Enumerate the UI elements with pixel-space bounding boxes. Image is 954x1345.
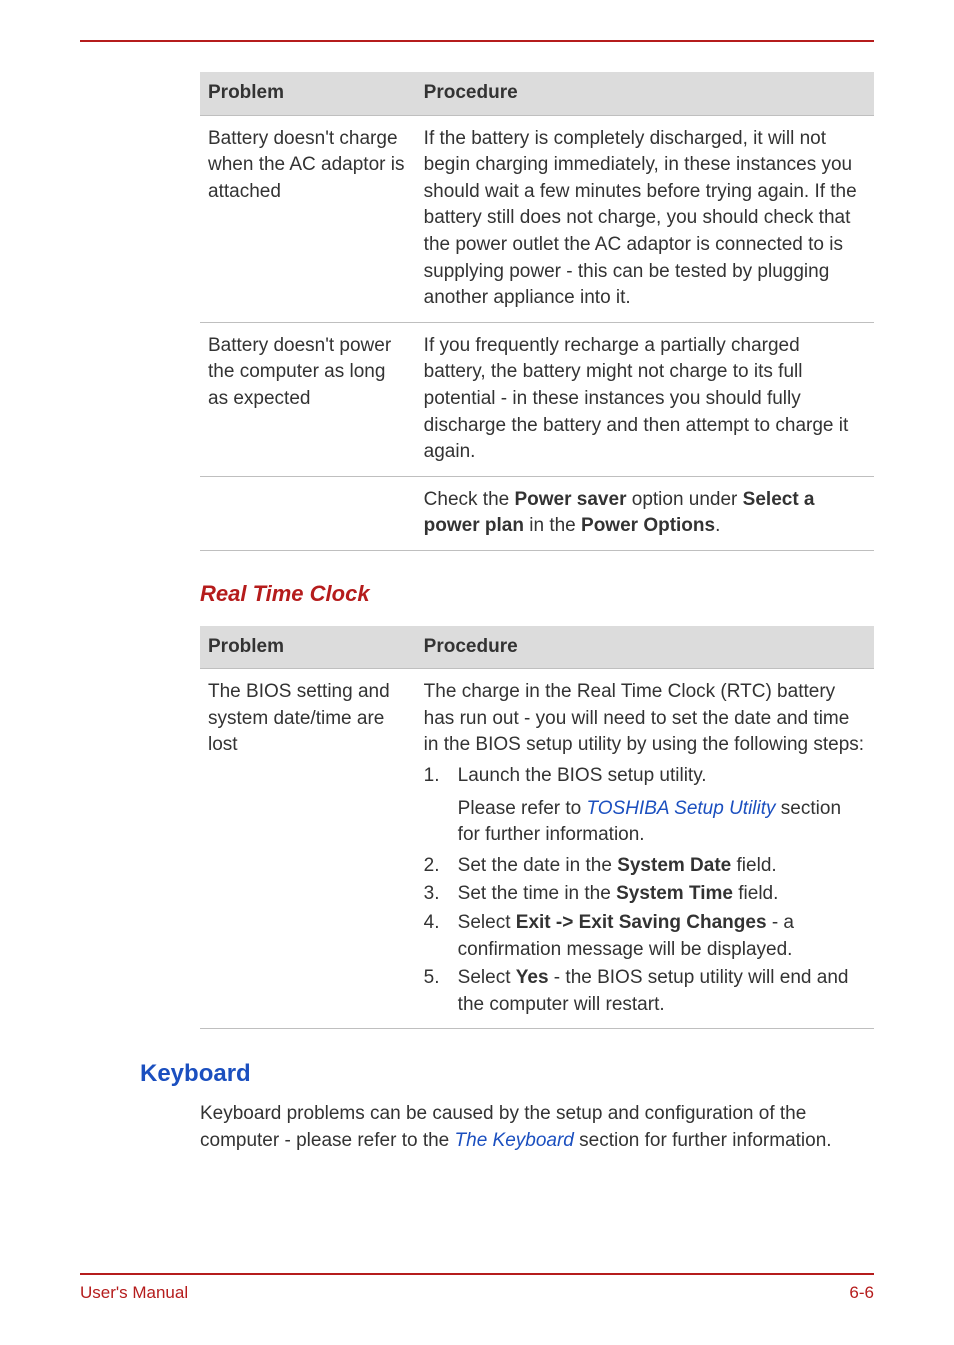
rtc-heading: Real Time Clock — [200, 579, 874, 610]
txt: Check the — [424, 489, 515, 510]
toshiba-setup-utility-link[interactable]: TOSHIBA Setup Utility — [587, 798, 776, 819]
step-5: 5.Select Yes - the BIOS setup utility wi… — [424, 965, 866, 1018]
table1-row2-procedure: If you frequently recharge a partially c… — [416, 322, 874, 476]
step-2: 2. Set the date in the System Date field. — [424, 853, 866, 880]
system-date-bold: System Date — [617, 855, 731, 876]
table-row: The BIOS setting and system date/time ar… — [200, 669, 874, 1029]
yes-bold: Yes — [516, 967, 549, 988]
the-keyboard-link[interactable]: The Keyboard — [455, 1130, 574, 1151]
table1-row1-problem: Battery doesn't charge when the AC adapt… — [200, 115, 416, 322]
txt: . — [715, 515, 720, 536]
table1-row3-procedure: Check the Power saver option under Selec… — [416, 476, 874, 550]
txt: Select — [458, 967, 516, 988]
txt: option under — [626, 489, 742, 510]
header-rule — [80, 40, 874, 42]
table1-row2-problem: Battery doesn't power the computer as lo… — [200, 322, 416, 476]
txt: field. — [733, 883, 778, 904]
txt: Select — [458, 912, 516, 933]
table-row: Battery doesn't power the computer as lo… — [200, 322, 874, 476]
table-row: Check the Power saver option under Selec… — [200, 476, 874, 550]
exit-saving-bold: Exit -> Exit Saving Changes — [516, 912, 767, 933]
footer-rule — [80, 1273, 874, 1275]
keyboard-heading: Keyboard — [140, 1057, 874, 1091]
step-num: 1. — [424, 763, 440, 790]
step-1: 1. Launch the BIOS setup utility. — [424, 763, 866, 790]
step-3: 3. Set the time in the System Time field. — [424, 881, 866, 908]
txt: Set the time in the — [458, 883, 616, 904]
step-num: 2. — [424, 853, 440, 880]
footer-page-number: 6-6 — [849, 1281, 874, 1305]
txt: in the — [524, 515, 581, 536]
txt: field. — [731, 855, 776, 876]
step-4: 4.Select Exit -> Exit Saving Changes - a… — [424, 910, 866, 963]
step-num: 4. — [424, 910, 440, 937]
txt: Please refer to — [458, 798, 587, 819]
step-num: 5. — [424, 965, 440, 992]
footer-left: User's Manual — [80, 1281, 188, 1305]
table1-header-problem: Problem — [200, 72, 416, 115]
rtc-troubleshooting-table: Problem Procedure The BIOS setting and s… — [200, 626, 874, 1030]
table1-header-procedure: Procedure — [416, 72, 874, 115]
table2-header-problem: Problem — [200, 626, 416, 669]
battery-troubleshooting-table: Problem Procedure Battery doesn't charge… — [200, 72, 874, 551]
system-time-bold: System Time — [616, 883, 733, 904]
rtc-intro: The charge in the Real Time Clock (RTC) … — [424, 679, 866, 759]
page-footer: User's Manual 6-6 — [80, 1273, 874, 1305]
table1-row3-empty — [200, 476, 416, 550]
keyboard-body: Keyboard problems can be caused by the s… — [200, 1101, 874, 1154]
step-1-note: Please refer to TOSHIBA Setup Utility se… — [424, 796, 866, 849]
table2-header-procedure: Procedure — [416, 626, 874, 669]
txt: Set the date in the — [458, 855, 618, 876]
step-text: Launch the BIOS setup utility. — [458, 765, 707, 786]
step-num: 3. — [424, 881, 440, 908]
power-options-bold: Power Options — [581, 515, 715, 536]
table2-row-problem: The BIOS setting and system date/time ar… — [200, 669, 416, 1029]
table2-row-procedure: The charge in the Real Time Clock (RTC) … — [416, 669, 874, 1029]
power-saver-bold: Power saver — [515, 489, 627, 510]
table1-row1-procedure: If the battery is completely discharged,… — [416, 115, 874, 322]
txt: section for further information. — [574, 1130, 832, 1151]
table-row: Battery doesn't charge when the AC adapt… — [200, 115, 874, 322]
